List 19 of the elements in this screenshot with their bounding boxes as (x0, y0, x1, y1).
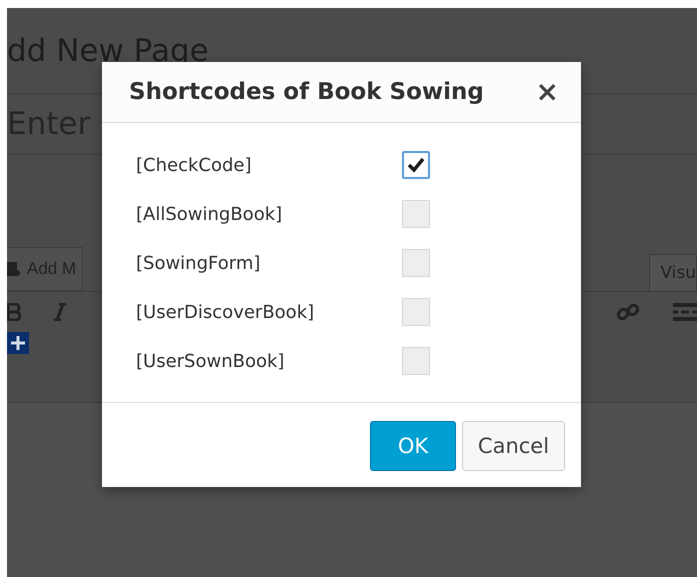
ok-button[interactable]: OK (370, 421, 456, 471)
check-icon (407, 157, 425, 173)
shortcode-checkbox[interactable] (402, 298, 430, 326)
shortcode-checkbox[interactable] (402, 200, 430, 228)
shortcode-label: [AllSowingBook] (136, 204, 284, 224)
dialog-title: Shortcodes of Book Sowing (129, 79, 484, 105)
shortcode-label: [UserDiscoverBook] (136, 302, 316, 322)
shortcode-checkbox[interactable] (402, 249, 430, 277)
shortcode-label: [UserSownBook] (136, 350, 286, 372)
more-divider-icon[interactable] (673, 303, 697, 321)
shortcode-checkbox[interactable] (402, 347, 430, 375)
add-icon[interactable] (7, 332, 29, 354)
close-button[interactable]: × (536, 78, 559, 106)
shortcode-label: [SowingForm] (136, 252, 262, 274)
shortcode-checkbox[interactable] (402, 151, 430, 179)
italic-icon[interactable] (53, 303, 67, 321)
cancel-button[interactable]: Cancel (462, 421, 565, 471)
bold-icon[interactable] (7, 303, 21, 321)
shortcode-label: [CheckCode] (136, 154, 252, 176)
